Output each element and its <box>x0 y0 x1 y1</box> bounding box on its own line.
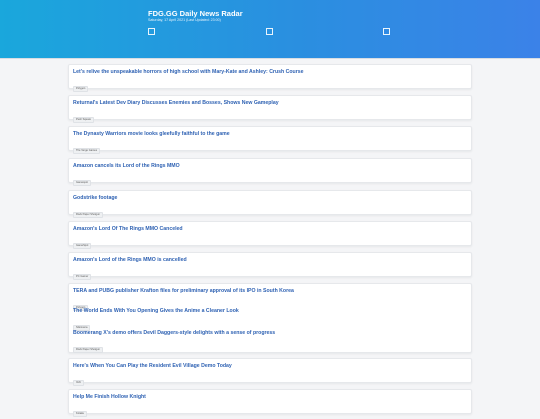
news-item: Returnal's Latest Dev Diary Discusses En… <box>73 100 465 125</box>
news-item: Amazon cancels its Lord of the Rings MMO… <box>73 163 465 188</box>
news-item: Let's relive the unspeakable horrors of … <box>73 69 465 94</box>
news-item-source: GameSpot <box>73 242 92 249</box>
news-item: Amazon's Lord Of The Rings MMO Canceled … <box>73 226 465 251</box>
news-card: Amazon's Lord of the Rings MMO is cancel… <box>68 252 472 280</box>
news-card: Amazon cancels its Lord of the Rings MMO… <box>68 158 472 186</box>
news-item-source: Gamespot <box>73 179 91 186</box>
header-checkbox-3[interactable] <box>383 28 390 35</box>
news-item-title[interactable]: Boomerang X's demo offers Devil Daggers-… <box>73 330 465 337</box>
news-item-title[interactable]: Let's relive the unspeakable horrors of … <box>73 69 465 76</box>
news-card: Help Me Finish Hollow Knight Kotaku <box>68 389 472 417</box>
news-item-source: The Verge Games <box>73 147 101 154</box>
site-subtitle: Saturday, 17 April 2021 (Last Updated: 2… <box>148 18 221 22</box>
news-card: Godstrike footage Rock Paper Shotgun <box>68 190 472 218</box>
news-item-title[interactable]: Here's When You Can Play the Resident Ev… <box>73 363 465 370</box>
news-item-title[interactable]: Amazon's Lord Of The Rings MMO Canceled <box>73 226 465 233</box>
news-card: Returnal's Latest Dev Diary Discusses En… <box>68 95 472 123</box>
news-item-source: Polygon <box>73 85 89 92</box>
header-checkbox-1[interactable] <box>148 28 155 35</box>
news-item: Amazon's Lord of the Rings MMO is cancel… <box>73 257 465 282</box>
header-checkbox-2[interactable] <box>266 28 273 35</box>
news-item: Godstrike footage Rock Paper Shotgun <box>73 195 465 220</box>
news-item-title[interactable]: TERA and PUBG publisher Krafton files fo… <box>73 288 465 295</box>
news-card: TERA and PUBG publisher Krafton files fo… <box>68 283 472 353</box>
news-item-source: Push Square <box>73 116 94 123</box>
news-item: Here's When You Can Play the Resident Ev… <box>73 363 465 388</box>
news-item: The Dynasty Warriors movie looks gleeful… <box>73 131 465 156</box>
news-item-title[interactable]: Godstrike footage <box>73 195 465 202</box>
news-item-source: Kotaku <box>73 410 88 417</box>
news-item-source: PC Gamer <box>73 273 92 280</box>
site-title[interactable]: FDG.GG Daily News Radar <box>148 9 243 18</box>
news-card: Here's When You Can Play the Resident Ev… <box>68 358 472 386</box>
news-item-title[interactable]: The World Ends With You Opening Gives th… <box>73 308 465 315</box>
news-item-title[interactable]: Returnal's Latest Dev Diary Discusses En… <box>73 100 465 107</box>
news-item-title[interactable]: Amazon cancels its Lord of the Rings MMO <box>73 163 465 170</box>
news-item-title[interactable]: Amazon's Lord of the Rings MMO is cancel… <box>73 257 465 264</box>
news-card: Amazon's Lord Of The Rings MMO Canceled … <box>68 221 472 249</box>
news-item-source: Rock Paper Shotgun <box>73 346 103 353</box>
news-item-source: IGN <box>73 379 84 386</box>
news-item-source: Rock Paper Shotgun <box>73 211 103 218</box>
news-item: Help Me Finish Hollow Knight Kotaku <box>73 394 465 419</box>
header-banner: FDG.GG Daily News Radar Saturday, 17 Apr… <box>0 0 540 59</box>
news-item-title[interactable]: The Dynasty Warriors movie looks gleeful… <box>73 131 465 138</box>
news-item: Boomerang X's demo offers Devil Daggers-… <box>73 330 465 355</box>
news-card: Let's relive the unspeakable horrors of … <box>68 64 472 92</box>
news-item-title[interactable]: Help Me Finish Hollow Knight <box>73 394 465 401</box>
news-card: The Dynasty Warriors movie looks gleeful… <box>68 126 472 154</box>
